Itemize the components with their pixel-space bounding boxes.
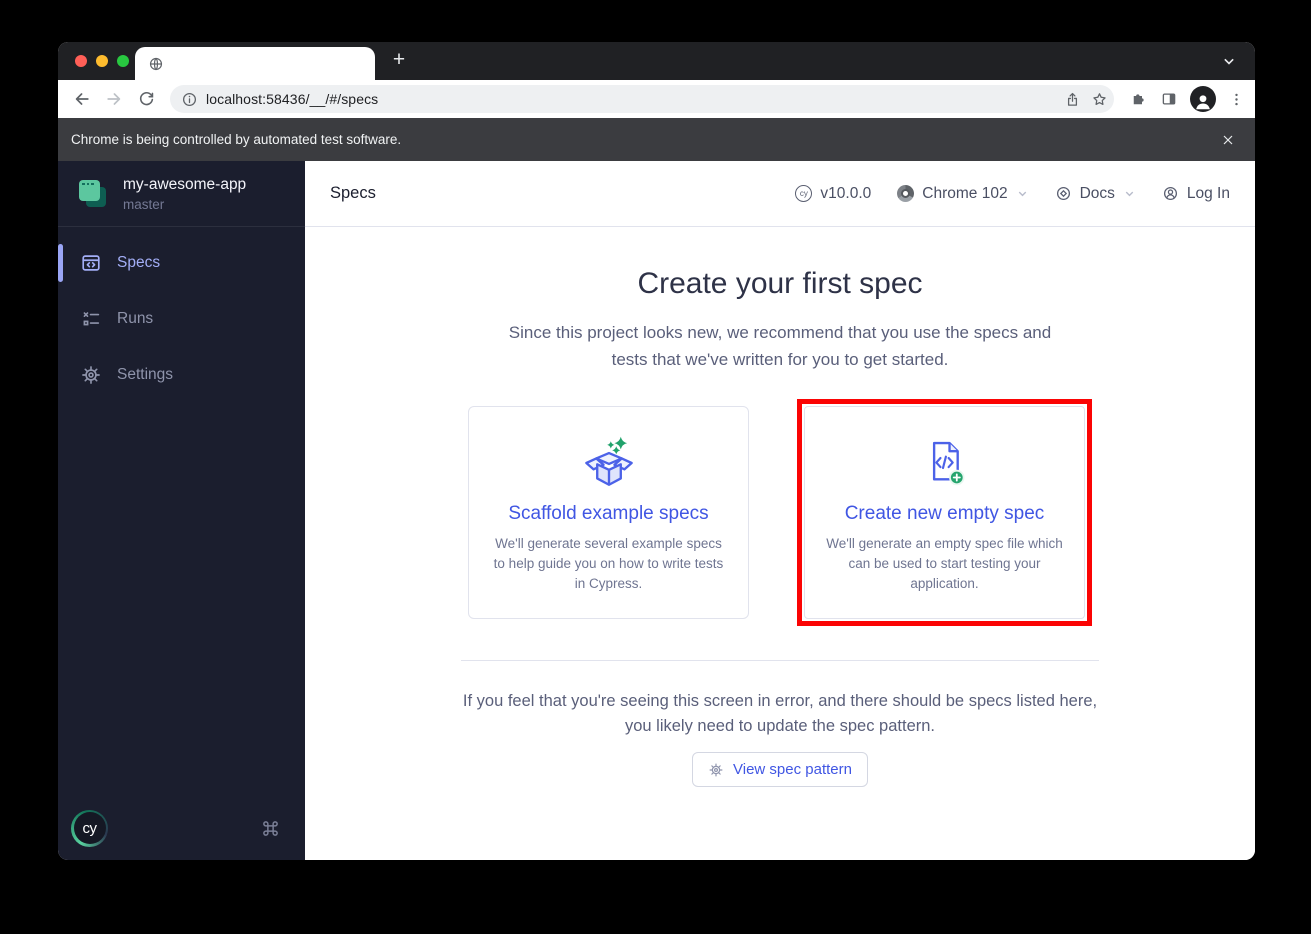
- chevron-down-icon: [1123, 187, 1136, 200]
- cypress-app: my-awesome-app master Specs Runs Setting…: [58, 161, 1255, 860]
- project-branch: master: [123, 196, 165, 212]
- browser-toolbar: localhost:58436/__/#/specs: [58, 80, 1255, 118]
- minimize-window-button[interactable]: [96, 55, 108, 67]
- sidebar-item-label: Specs: [117, 254, 161, 271]
- sidebar: my-awesome-app master Specs Runs Setting…: [58, 161, 305, 860]
- extensions-icon[interactable]: [1130, 90, 1148, 108]
- login-button[interactable]: Log In: [1162, 185, 1230, 203]
- reload-button[interactable]: [132, 85, 160, 113]
- annotation-highlight-box: Create new empty spec We'll generate an …: [797, 399, 1092, 626]
- cypress-logo: cy: [71, 809, 108, 847]
- tab-search-chevron-icon[interactable]: [1219, 51, 1239, 71]
- docs-icon: [1055, 185, 1072, 202]
- project-name: my-awesome-app: [123, 175, 247, 193]
- globe-icon: [148, 56, 164, 72]
- traffic-lights: [75, 55, 129, 67]
- view-spec-pattern-button[interactable]: View spec pattern: [692, 752, 868, 787]
- keyboard-shortcuts-icon[interactable]: [260, 818, 281, 839]
- sidebar-footer: cy: [58, 796, 305, 860]
- tab-strip: +: [58, 42, 1255, 80]
- side-panel-icon[interactable]: [1160, 90, 1178, 108]
- runs-icon: [80, 308, 102, 330]
- spec-option-cards: Scaffold example specs We'll generate se…: [305, 399, 1255, 626]
- chrome-icon: [897, 185, 915, 202]
- spec-pattern-note: If you feel that you're seeing this scre…: [462, 692, 1098, 735]
- back-button[interactable]: [68, 85, 96, 113]
- infobar-message: Chrome is being controlled by automated …: [71, 132, 402, 147]
- sidebar-item-settings[interactable]: Settings: [58, 360, 305, 390]
- url-text[interactable]: localhost:58436/__/#/specs: [206, 91, 1056, 107]
- create-first-spec-page: Create your first spec Since this projec…: [305, 227, 1255, 860]
- card-description: We'll generate several example specs to …: [493, 536, 724, 591]
- specs-icon: [80, 252, 102, 274]
- open-box-icon: [580, 434, 638, 492]
- page-info-icon[interactable]: [181, 91, 198, 108]
- browser-tab[interactable]: [135, 47, 375, 80]
- card-description: We'll generate an empty spec file which …: [826, 536, 1063, 591]
- bookmark-star-icon[interactable]: [1091, 91, 1108, 108]
- sidebar-item-runs[interactable]: Runs: [58, 304, 305, 334]
- card-title: Create new empty spec: [844, 503, 1045, 524]
- create-new-empty-spec-card[interactable]: Create new empty spec We'll generate an …: [804, 406, 1085, 619]
- browser-menu-icon[interactable]: [1228, 91, 1245, 108]
- code-file-icon: [916, 434, 974, 492]
- new-tab-button[interactable]: +: [385, 46, 413, 74]
- project-icon: [79, 179, 107, 208]
- main-area: Specs cy v10.0.0 Chrome 102 Docs Log In …: [305, 161, 1255, 860]
- scaffold-example-specs-card[interactable]: Scaffold example specs We'll generate se…: [468, 406, 749, 619]
- docs-menu[interactable]: Docs: [1055, 185, 1136, 203]
- sidebar-nav: Specs Runs Settings: [58, 227, 305, 416]
- version-badge[interactable]: cy v10.0.0: [795, 185, 871, 203]
- gear-icon: [708, 762, 724, 778]
- forward-button[interactable]: [100, 85, 128, 113]
- share-icon[interactable]: [1064, 91, 1081, 108]
- user-icon: [1162, 185, 1179, 202]
- card-title: Scaffold example specs: [508, 503, 709, 524]
- project-header[interactable]: my-awesome-app master: [58, 161, 305, 227]
- browser-window: + localhost:58436/__/#/specs Chrome is b…: [58, 42, 1255, 860]
- sidebar-item-specs[interactable]: Specs: [58, 244, 305, 282]
- main-header: Specs cy v10.0.0 Chrome 102 Docs Log In: [305, 161, 1255, 227]
- gear-icon: [80, 364, 102, 386]
- active-indicator: [58, 244, 63, 282]
- close-window-button[interactable]: [75, 55, 87, 67]
- infobar-close-icon[interactable]: [1217, 129, 1239, 151]
- cypress-version-icon: cy: [795, 185, 813, 202]
- header-right: cy v10.0.0 Chrome 102 Docs Log In: [795, 185, 1230, 203]
- page-heading: Create your first spec: [637, 267, 923, 300]
- profile-avatar[interactable]: [1190, 86, 1216, 112]
- sidebar-item-label: Settings: [117, 366, 174, 383]
- toolbar-right: [1124, 86, 1245, 112]
- sidebar-item-label: Runs: [117, 310, 154, 327]
- page-title: Specs: [330, 184, 376, 202]
- chevron-down-icon: [1016, 187, 1029, 200]
- automation-infobar: Chrome is being controlled by automated …: [58, 118, 1255, 161]
- address-bar[interactable]: localhost:58436/__/#/specs: [170, 85, 1114, 113]
- page-subheading: Since this project looks new, we recomme…: [508, 323, 1052, 369]
- browser-selector[interactable]: Chrome 102: [897, 185, 1028, 203]
- zoom-window-button[interactable]: [117, 55, 129, 67]
- divider: [461, 660, 1099, 661]
